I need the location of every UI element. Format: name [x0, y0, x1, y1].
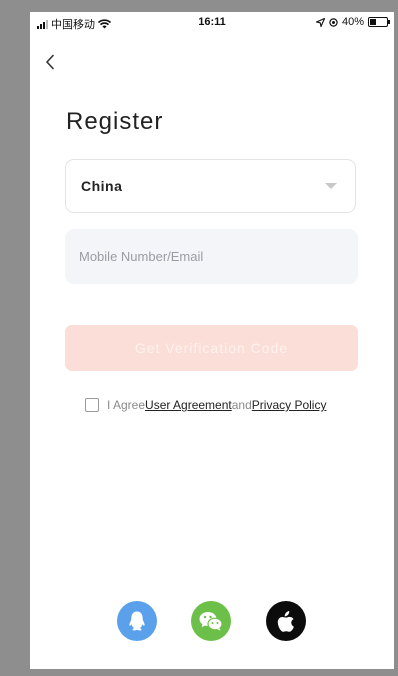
battery-icon	[368, 17, 390, 27]
user-agreement-link[interactable]: User Agreement	[145, 398, 232, 412]
apple-icon	[277, 611, 294, 632]
agree-and: and	[231, 398, 252, 412]
status-right: 40%	[315, 16, 390, 28]
account-input[interactable]	[65, 229, 358, 284]
privacy-policy-link[interactable]: Privacy Policy	[252, 398, 327, 412]
agree-checkbox[interactable]	[85, 398, 99, 412]
agree-prefix: I Agree	[107, 398, 146, 412]
qq-login-button[interactable]	[117, 601, 157, 641]
country-label: China	[81, 178, 123, 194]
qq-icon	[129, 611, 145, 631]
apple-login-button[interactable]	[266, 601, 306, 641]
location-icon	[315, 17, 325, 27]
back-button[interactable]	[40, 50, 60, 74]
alarm-icon	[329, 17, 338, 27]
wechat-icon	[199, 612, 223, 631]
get-verification-code-button[interactable]: Get Verification Code	[65, 325, 358, 371]
phone-screen: 中国移动 16:11 40% Register China Mobile Num…	[30, 12, 394, 669]
agreement-row: I Agree User Agreement and Privacy Polic…	[85, 398, 326, 412]
page-title: Register	[66, 108, 164, 135]
status-bar: 中国移动 16:11 40%	[30, 12, 394, 34]
chevron-left-icon	[46, 54, 54, 70]
caret-down-icon	[325, 183, 337, 189]
country-select[interactable]: China	[65, 159, 356, 213]
wechat-login-button[interactable]	[191, 601, 231, 641]
social-login-bar	[30, 601, 394, 641]
battery-percent: 40%	[341, 16, 364, 28]
